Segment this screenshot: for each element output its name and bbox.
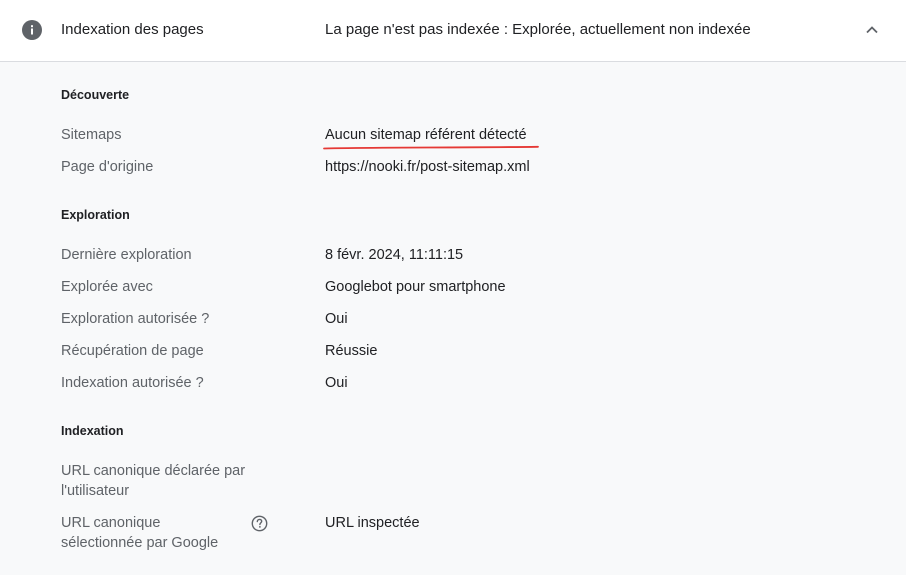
indexing-allowed-label: Indexation autorisée ?	[61, 375, 204, 391]
page-fetch-value: Réussie	[325, 343, 378, 359]
chevron-up-icon[interactable]	[864, 22, 880, 38]
page-fetch-label: Récupération de page	[61, 343, 204, 359]
indexing-status: La page n'est pas indexée : Explorée, ac…	[325, 21, 751, 38]
sitemaps-value-text: Aucun sitemap référent détecté	[325, 127, 527, 143]
referring-page-value[interactable]: https://nooki.fr/post-sitemap.xml	[325, 157, 530, 177]
last-crawl-label: Dernière exploration	[61, 247, 192, 263]
google-canonical-value: URL inspectée	[325, 515, 420, 531]
sitemaps-value: Aucun sitemap référent détecté	[323, 125, 539, 150]
discovery-section-title: Découverte	[61, 88, 130, 102]
google-canonical-label: URL canonique sélectionnée par Google	[61, 515, 219, 551]
help-icon[interactable]	[251, 515, 268, 532]
section-title-page-indexing: Indexation des pages	[61, 21, 204, 38]
crawl-section-title: Exploration	[61, 208, 130, 222]
crawl-allowed-label: Exploration autorisée ?	[61, 311, 210, 327]
indexing-allowed-value: Oui	[325, 375, 348, 391]
referring-page-label: Page d'origine	[61, 159, 154, 175]
crawled-as-label: Explorée avec	[61, 279, 153, 295]
crawled-as-value: Googlebot pour smartphone	[325, 279, 506, 295]
crawl-allowed-value: Oui	[325, 311, 348, 327]
sitemaps-label: Sitemaps	[61, 127, 122, 143]
page-indexing-header[interactable]: Indexation des pages La page n'est pas i…	[0, 0, 906, 62]
last-crawl-value: 8 févr. 2024, 11:11:15	[325, 247, 464, 263]
red-annotation-underline	[323, 145, 539, 150]
user-canonical-label: URL canonique déclarée par l'utilisateur	[61, 463, 246, 499]
indexing-section-title: Indexation	[61, 424, 124, 438]
info-icon	[22, 20, 42, 40]
